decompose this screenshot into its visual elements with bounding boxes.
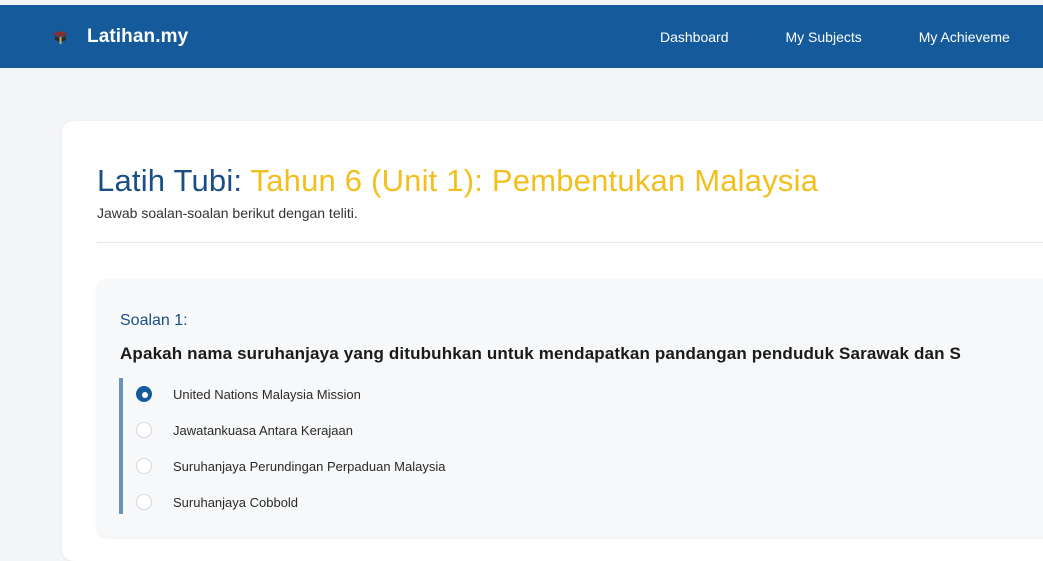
answer-option-3[interactable]: Suruhanjaya Perundingan Perpaduan Malays…	[123, 450, 1043, 486]
nav-my-achievements[interactable]: My Achieveme	[919, 29, 1010, 45]
brand-name: Latihan.my	[87, 25, 189, 47]
page-title: Latih Tubi: Tahun 6 (Unit 1): Pembentuka…	[97, 163, 818, 199]
graduation-cap-icon	[52, 30, 68, 44]
radio-button-selected[interactable]	[136, 386, 152, 402]
nav-my-subjects[interactable]: My Subjects	[786, 29, 862, 45]
option-label: Suruhanjaya Perundingan Perpaduan Malays…	[173, 459, 446, 474]
answer-option-1[interactable]: United Nations Malaysia Mission	[123, 378, 1043, 414]
page-subtitle: Jawab soalan-soalan berikut dengan telit…	[97, 205, 358, 221]
answer-option-4[interactable]: Suruhanjaya Cobbold	[123, 486, 1043, 522]
radio-button[interactable]	[136, 494, 152, 510]
question-card: Soalan 1: Apakah nama suruhanjaya yang d…	[97, 279, 1043, 537]
brand-link[interactable]: Latihan.my	[51, 26, 188, 48]
answer-options: United Nations Malaysia Mission Jawatank…	[119, 378, 1043, 514]
divider	[97, 242, 1043, 243]
option-label: United Nations Malaysia Mission	[173, 387, 361, 402]
nav-links: Dashboard My Subjects My Achieveme	[660, 5, 1043, 68]
quiz-card: Latih Tubi: Tahun 6 (Unit 1): Pembentuka…	[62, 121, 1043, 561]
nav-dashboard[interactable]: Dashboard	[660, 29, 729, 45]
radio-button[interactable]	[136, 422, 152, 438]
top-navbar: Latihan.my Dashboard My Subjects My Achi…	[0, 5, 1043, 68]
question-number: Soalan 1:	[120, 312, 188, 329]
title-topic: Tahun 6 (Unit 1): Pembentukan Malaysia	[250, 163, 819, 198]
title-prefix: Latih Tubi:	[97, 163, 243, 198]
option-label: Jawatankuasa Antara Kerajaan	[173, 423, 353, 438]
radio-button[interactable]	[136, 458, 152, 474]
question-text: Apakah nama suruhanjaya yang ditubuhkan …	[120, 344, 961, 363]
answer-option-2[interactable]: Jawatankuasa Antara Kerajaan	[123, 414, 1043, 450]
option-label: Suruhanjaya Cobbold	[173, 495, 299, 510]
